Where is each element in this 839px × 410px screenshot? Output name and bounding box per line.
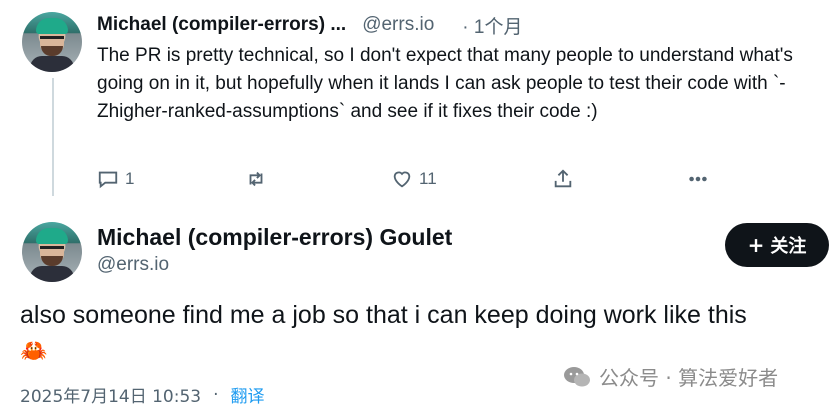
reply-icon: [98, 171, 118, 189]
tweet-meta: 2025年7月14日 10:53 · 翻译: [20, 382, 265, 408]
more-button[interactable]: [687, 168, 709, 190]
reply-button[interactable]: 1: [97, 168, 134, 190]
retweet-icon: [249, 171, 263, 187]
avatar[interactable]: [22, 222, 82, 282]
tweet-reply: Michael (compiler-errors) ... @errs.io ·…: [97, 12, 819, 126]
heart-icon: [393, 171, 411, 188]
translate-link[interactable]: 翻译: [231, 382, 265, 407]
main-tweet-header: Michael (compiler-errors) Goulet @errs.i…: [97, 222, 452, 276]
crab-emoji: 🦀: [20, 338, 48, 363]
timestamp[interactable]: · 1个月: [462, 12, 522, 39]
separator: ·: [213, 384, 219, 405]
watermark: 公众号 · 算法爱好者: [563, 362, 778, 391]
user-handle[interactable]: @errs.io: [362, 14, 434, 36]
avatar[interactable]: [22, 12, 82, 72]
share-button[interactable]: [552, 168, 574, 190]
display-name[interactable]: Michael (compiler-errors) Goulet: [97, 222, 452, 252]
post-date[interactable]: 2025年7月14日 10:53: [20, 382, 201, 407]
tweet-header: Michael (compiler-errors) ... @errs.io ·…: [97, 12, 819, 38]
thread-connector-line: [52, 78, 54, 196]
tweet-actions: 1 11: [97, 168, 737, 192]
follow-label: 关注: [770, 236, 807, 257]
share-icon: [554, 169, 572, 188]
retweet-button[interactable]: [245, 168, 267, 190]
reply-count: 1: [125, 169, 135, 188]
like-button[interactable]: 11: [391, 168, 437, 190]
tweet-text: also someone find me a job so that i can…: [20, 301, 747, 329]
tweet-text: The PR is pretty technical, so I don't e…: [97, 45, 793, 122]
watermark-text: 公众号 · 算法爱好者: [599, 366, 779, 390]
user-handle[interactable]: @errs.io: [97, 254, 452, 276]
more-icon: [689, 176, 707, 182]
like-count: 11: [419, 169, 437, 188]
main-tweet-text: also someone find me a job so that i can…: [20, 298, 832, 368]
follow-button[interactable]: + 关注: [725, 223, 829, 267]
display-name[interactable]: Michael (compiler-errors) ...: [97, 14, 346, 36]
wechat-icon: [564, 366, 590, 386]
plus-icon: +: [747, 233, 765, 257]
